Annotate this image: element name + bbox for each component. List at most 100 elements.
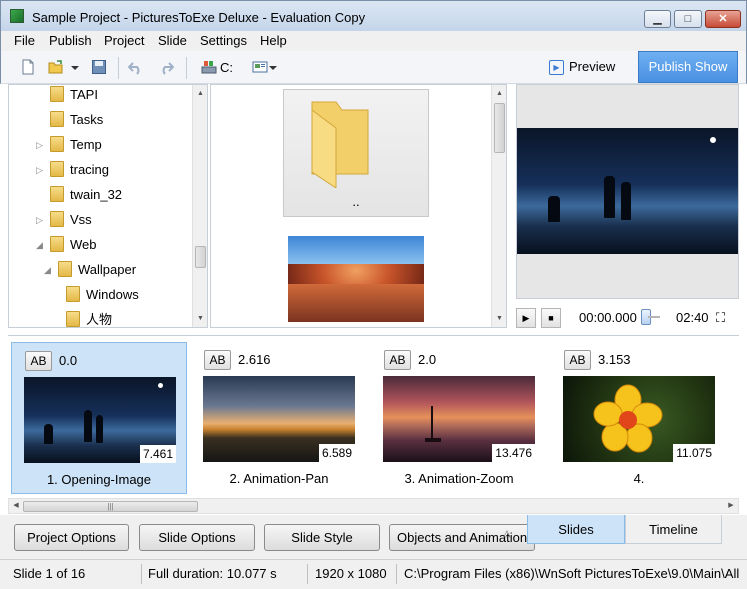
scroll-up-icon[interactable]: ▲ bbox=[492, 87, 506, 101]
transition-button[interactable]: AB bbox=[25, 351, 52, 371]
folder-icon bbox=[58, 261, 72, 277]
toolbar-separator bbox=[186, 57, 187, 79]
folder-icon bbox=[311, 101, 369, 188]
open-folder-icon[interactable] bbox=[48, 59, 64, 75]
transition-button[interactable]: AB bbox=[384, 350, 411, 370]
window-title: Sample Project - PicturesToExe Deluxe - … bbox=[32, 10, 366, 25]
app-icon bbox=[10, 9, 24, 23]
save-icon[interactable] bbox=[91, 59, 107, 75]
current-time: 00:00.000 bbox=[579, 310, 637, 325]
tree-item-label: twain_32 bbox=[70, 187, 123, 202]
slides-scrollbar[interactable]: ◀ ||| ▶ bbox=[8, 498, 739, 514]
scroll-left-icon[interactable]: ◀ bbox=[9, 499, 23, 513]
expanded-arrow-icon[interactable]: ◢ bbox=[36, 235, 46, 255]
play-button[interactable]: ▶ bbox=[516, 308, 536, 328]
tree-item[interactable]: TAPI bbox=[50, 85, 98, 105]
tree-item[interactable]: ▷ Temp bbox=[36, 135, 102, 155]
slide-style-button[interactable]: Slide Style bbox=[264, 524, 380, 551]
tree-item[interactable]: Windows bbox=[66, 285, 139, 305]
fullscreen-icon[interactable]: ⛶ bbox=[716, 311, 730, 325]
slide-name: 4. bbox=[633, 471, 645, 486]
scroll-down-icon[interactable]: ▼ bbox=[492, 312, 506, 326]
slide-thumbnail: 6.589 bbox=[203, 376, 355, 462]
slide-duration: 6.589 bbox=[318, 444, 355, 462]
slide-item[interactable]: AB 2.0 13.476 3. Animation-Zoom bbox=[371, 342, 547, 494]
folder-icon bbox=[50, 136, 64, 152]
slide-item[interactable]: AB 3.153 11.075 4. bbox=[551, 342, 727, 494]
silhouette bbox=[44, 424, 53, 444]
tree-item[interactable]: ▷ tracing bbox=[36, 160, 109, 180]
menu-settings[interactable]: Settings bbox=[200, 33, 247, 48]
tree-item[interactable]: 人物 bbox=[66, 310, 112, 327]
slide-thumbnail: 11.075 bbox=[563, 376, 715, 462]
tree-scrollbar[interactable]: ▲ ▼ bbox=[192, 85, 207, 327]
drive-label[interactable]: C: bbox=[220, 60, 233, 75]
folder-icon bbox=[50, 86, 64, 102]
thumbnail-sky bbox=[288, 236, 424, 264]
publish-show-button[interactable]: Publish Show bbox=[638, 51, 738, 83]
tab-timeline[interactable]: Timeline bbox=[625, 515, 722, 544]
tree-item-label: Tasks bbox=[70, 112, 104, 127]
scroll-thumb[interactable]: ||| bbox=[23, 501, 198, 512]
collapsed-arrow-icon[interactable]: ▷ bbox=[36, 210, 46, 230]
menu-slide[interactable]: Slide bbox=[158, 33, 187, 48]
undo-icon[interactable] bbox=[128, 59, 144, 75]
tree-item[interactable]: Tasks bbox=[50, 110, 103, 130]
view-mode-dropdown-icon[interactable] bbox=[268, 59, 278, 75]
expanded-arrow-icon[interactable]: ◢ bbox=[44, 260, 54, 280]
slide-item[interactable]: AB 0.0 7.461 1. Opening-Image bbox=[11, 342, 187, 494]
preview-panel bbox=[516, 84, 739, 299]
transition-button[interactable]: AB bbox=[564, 350, 591, 370]
collapsed-arrow-icon[interactable]: ▷ bbox=[36, 135, 46, 155]
file-browser: .. ▲ ▼ bbox=[210, 84, 507, 328]
scroll-up-icon[interactable]: ▲ bbox=[193, 87, 207, 101]
drive-icon[interactable] bbox=[201, 59, 217, 75]
minimize-button[interactable]: ▁ bbox=[644, 10, 671, 28]
transition-button[interactable]: AB bbox=[204, 350, 231, 370]
transition-duration: 2.616 bbox=[238, 352, 271, 367]
tree-item[interactable]: ◢ Web bbox=[36, 235, 97, 255]
title-bar: Sample Project - PicturesToExe Deluxe - … bbox=[0, 0, 747, 31]
slide-item[interactable]: AB 2.616 6.589 2. Animation-Pan bbox=[191, 342, 367, 494]
stop-button[interactable]: ■ bbox=[541, 308, 561, 328]
status-resolution: 1920 x 1080 bbox=[315, 566, 387, 581]
silhouette bbox=[548, 196, 560, 222]
menu-project[interactable]: Project bbox=[104, 33, 144, 48]
menu-help[interactable]: Help bbox=[260, 33, 287, 48]
menu-publish[interactable]: Publish bbox=[49, 33, 92, 48]
new-file-icon[interactable] bbox=[20, 59, 36, 75]
project-options-button[interactable]: Project Options bbox=[14, 524, 129, 551]
tree-item[interactable]: twain_32 bbox=[50, 185, 122, 205]
preview-button[interactable]: ▶ Preview bbox=[547, 58, 615, 78]
tab-slides[interactable]: Slides bbox=[527, 515, 625, 544]
tree-item[interactable]: ◢ Wallpaper bbox=[44, 260, 136, 280]
slide-duration: 7.461 bbox=[139, 445, 176, 463]
tree-item[interactable]: ▷ Vss bbox=[36, 210, 92, 230]
image-thumbnail[interactable] bbox=[288, 236, 424, 322]
folder-icon bbox=[50, 161, 64, 177]
redo-icon[interactable] bbox=[158, 59, 174, 75]
scroll-right-icon[interactable]: ▶ bbox=[724, 499, 738, 513]
scroll-down-icon[interactable]: ▼ bbox=[193, 312, 207, 326]
status-divider bbox=[396, 564, 397, 584]
open-dropdown-icon[interactable] bbox=[70, 59, 80, 75]
status-bar: Slide 1 of 16 Full duration: 10.077 s 19… bbox=[0, 559, 747, 589]
slide-list: AB 0.0 7.461 1. Opening-Image AB 2.616 6… bbox=[8, 335, 739, 498]
scroll-thumb[interactable] bbox=[195, 246, 206, 268]
view-mode-icon[interactable] bbox=[252, 59, 268, 75]
menu-file[interactable]: File bbox=[14, 33, 35, 48]
folder-icon bbox=[66, 311, 80, 327]
maximize-button[interactable]: □ bbox=[674, 10, 702, 28]
scroll-thumb[interactable] bbox=[494, 103, 505, 153]
slide-options-button[interactable]: Slide Options bbox=[139, 524, 255, 551]
total-time: 02:40 bbox=[676, 310, 709, 325]
parent-folder-tile[interactable]: .. bbox=[283, 89, 429, 217]
moon bbox=[158, 383, 163, 388]
files-scrollbar[interactable]: ▲ ▼ bbox=[491, 85, 506, 327]
collapsed-arrow-icon[interactable]: ▷ bbox=[36, 160, 46, 180]
preview-label: Preview bbox=[569, 59, 616, 74]
close-button[interactable]: ✕ bbox=[705, 10, 741, 28]
collapse-up-icon[interactable]: △ bbox=[496, 523, 518, 543]
transition-duration: 3.153 bbox=[598, 352, 631, 367]
tree-item-label: Temp bbox=[70, 137, 102, 152]
